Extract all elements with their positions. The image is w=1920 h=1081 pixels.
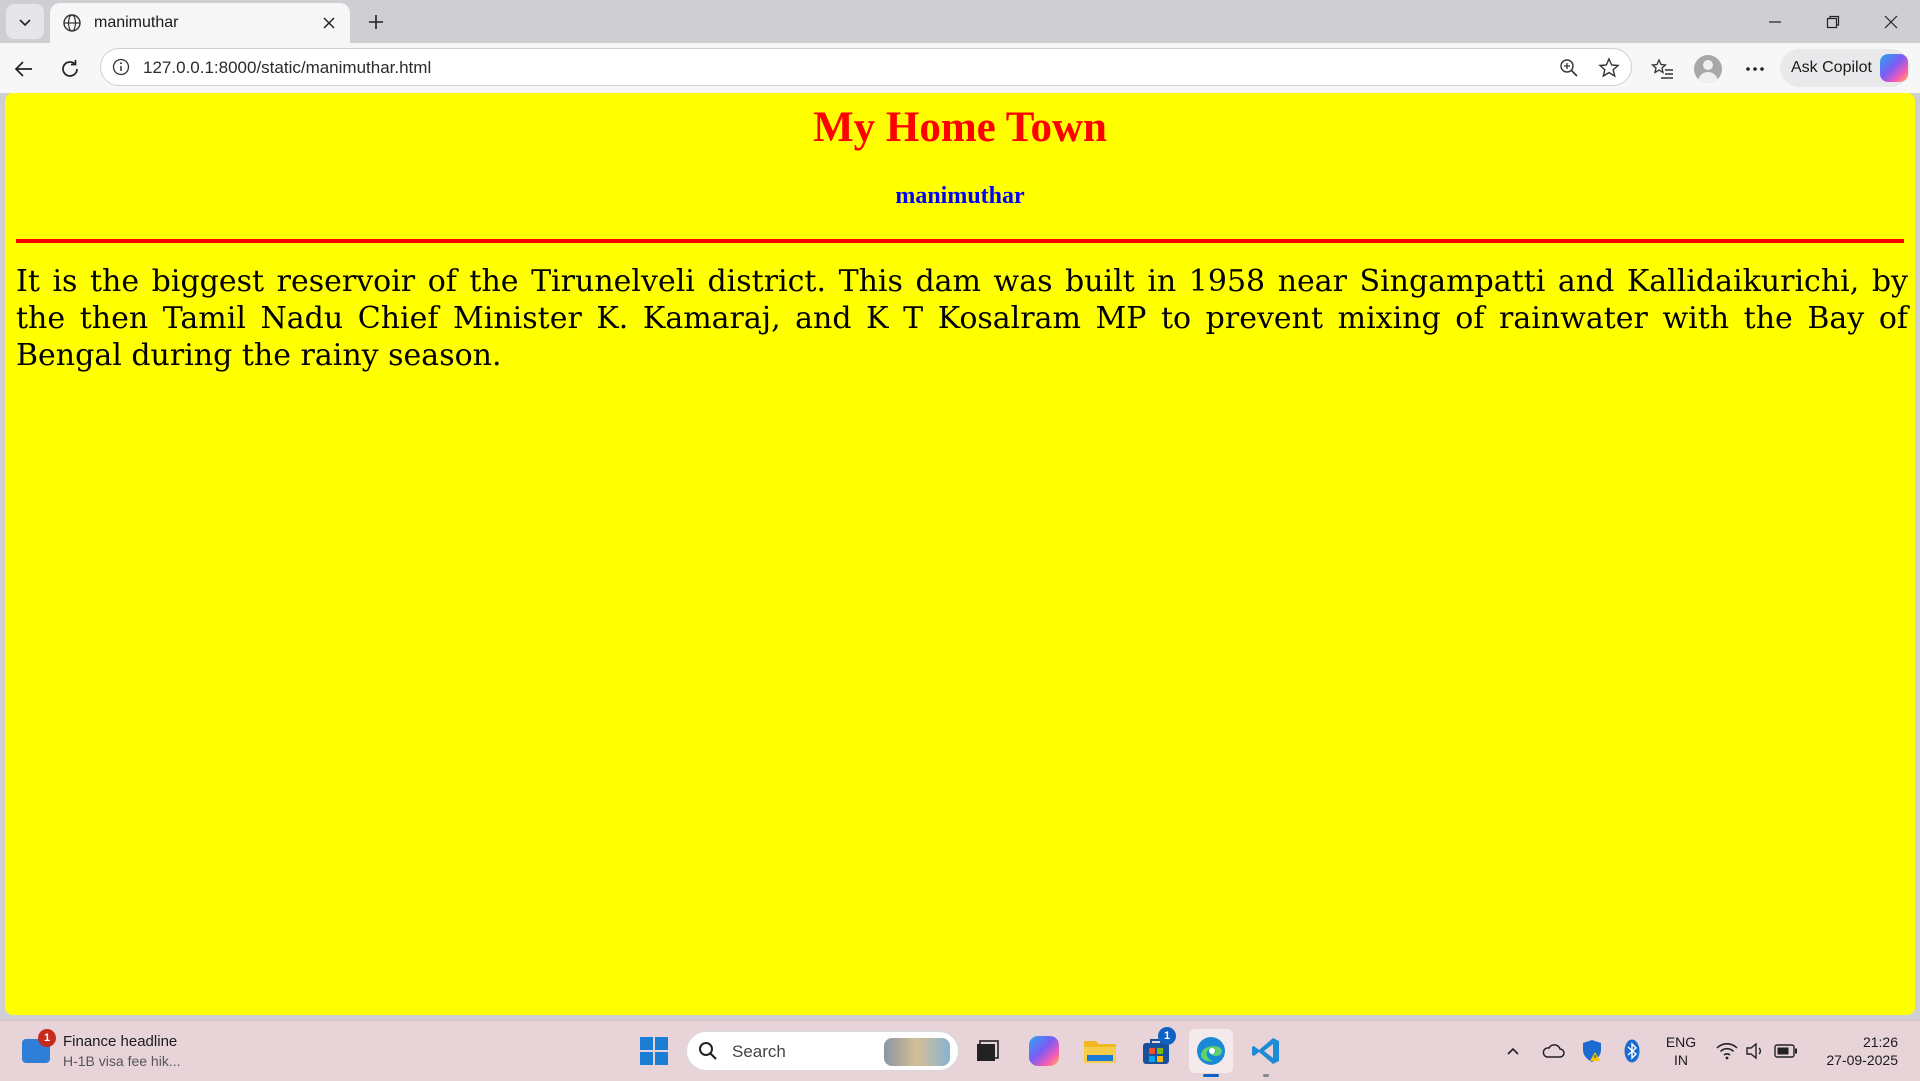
search-placeholder: Search (732, 1042, 786, 1061)
url-text[interactable]: 127.0.0.1:8000/static/manimuthar.html (143, 58, 431, 78)
refresh-icon (62, 60, 78, 77)
restore-button[interactable] (1804, 0, 1862, 43)
shield-icon (1583, 1040, 1601, 1062)
widget-subtitle: H-1B visa fee hik... (63, 1053, 181, 1069)
taskbar-search[interactable]: Search (686, 1031, 959, 1071)
widget-title: Finance headline (63, 1033, 178, 1050)
windows-icon (640, 1037, 668, 1065)
chevron-up-icon (1507, 1047, 1519, 1055)
wifi-icon (1716, 1043, 1738, 1060)
bluetooth-icon (1624, 1039, 1640, 1063)
favorites-list-icon (1651, 58, 1673, 79)
search-icon (697, 1040, 719, 1062)
browser-toolbar: 127.0.0.1:8000/static/manimuthar.html As… (0, 43, 1920, 93)
vscode-button[interactable] (1244, 1029, 1288, 1077)
edge-icon (1197, 1037, 1225, 1065)
store-button[interactable]: 1 (1134, 1027, 1178, 1073)
browser-tab[interactable]: manimuthar (50, 3, 350, 43)
minimize-icon (1769, 20, 1781, 23)
battery-button[interactable] (1772, 1037, 1800, 1065)
speaker-icon (1746, 1042, 1761, 1060)
info-icon[interactable] (111, 57, 131, 77)
active-indicator (1203, 1074, 1219, 1077)
start-button[interactable] (632, 1029, 676, 1073)
avatar-head (1703, 60, 1713, 70)
restore-icon (1826, 15, 1840, 28)
onedrive-button[interactable] (1539, 1037, 1567, 1065)
page-paragraph: It is the biggest reservoir of the Tirun… (16, 264, 1908, 373)
avatar-body (1698, 72, 1718, 83)
task-view-button[interactable] (965, 1029, 1009, 1073)
refresh-button[interactable] (52, 51, 88, 87)
bluetooth-button[interactable] (1618, 1037, 1646, 1065)
battery-icon (1774, 1044, 1797, 1058)
star-icon[interactable] (1596, 55, 1622, 81)
page-viewport: My Home Town manimuthar It is the bigges… (5, 93, 1915, 1015)
search-highlight-image (884, 1038, 950, 1066)
vscode-icon (1252, 1038, 1279, 1064)
copilot-label: Ask Copilot (1791, 59, 1872, 76)
copilot-app-icon (1029, 1036, 1059, 1066)
back-button[interactable] (6, 51, 42, 87)
close-icon[interactable] (314, 8, 344, 38)
widget-badge: 1 (38, 1029, 56, 1047)
language-code: ENG (1665, 1034, 1697, 1050)
region-code: IN (1674, 1052, 1688, 1068)
wifi-button[interactable] (1713, 1037, 1741, 1065)
page-title: My Home Town (813, 104, 1107, 151)
tab-strip: manimuthar (0, 0, 1920, 43)
ask-copilot-button[interactable]: Ask Copilot (1780, 49, 1910, 87)
clock-date: 27-09-2025 (1826, 1052, 1898, 1068)
news-widget[interactable]: 1 Finance headline H-1B visa fee hik... (22, 1029, 242, 1075)
globe-icon (60, 11, 84, 35)
edge-button[interactable] (1189, 1029, 1233, 1077)
close-window-button[interactable] (1862, 0, 1920, 43)
clock-time: 21:26 (1862, 1034, 1898, 1050)
copilot-app-button[interactable] (1022, 1029, 1066, 1073)
volume-button[interactable] (1741, 1037, 1769, 1065)
address-bar[interactable]: 127.0.0.1:8000/static/manimuthar.html (100, 48, 1632, 86)
clock[interactable]: 21:26 27-09-2025 (1808, 1033, 1898, 1069)
file-explorer-button[interactable] (1078, 1029, 1122, 1073)
plus-icon (369, 15, 383, 29)
task-view-icon (977, 1040, 999, 1061)
more-icon (1746, 67, 1764, 71)
zoom-icon[interactable] (1556, 55, 1582, 81)
tab-title: manimuthar (94, 14, 179, 31)
running-indicator (1263, 1074, 1269, 1077)
arrow-left-icon (14, 61, 32, 77)
close-icon (1884, 15, 1898, 28)
tab-list-button[interactable] (6, 4, 44, 39)
language-indicator[interactable]: ENG IN (1663, 1033, 1699, 1069)
page-subtitle: manimuthar (895, 183, 1025, 209)
chevron-down-icon (19, 18, 31, 26)
folder-icon (1084, 1041, 1116, 1063)
horizontal-rule (16, 239, 1904, 243)
cloud-icon (1542, 1044, 1565, 1058)
more-button[interactable] (1737, 51, 1773, 87)
copilot-icon (1879, 54, 1908, 82)
show-hidden-icons-button[interactable] (1499, 1037, 1527, 1065)
new-tab-button[interactable] (358, 4, 394, 40)
minimize-button[interactable] (1746, 0, 1804, 43)
avatar[interactable] (1694, 55, 1722, 83)
taskbar: 1 Finance headline H-1B visa fee hik... … (0, 1020, 1920, 1081)
favorites-button[interactable] (1645, 51, 1681, 87)
security-button[interactable] (1578, 1037, 1606, 1065)
store-badge: 1 (1158, 1027, 1176, 1045)
